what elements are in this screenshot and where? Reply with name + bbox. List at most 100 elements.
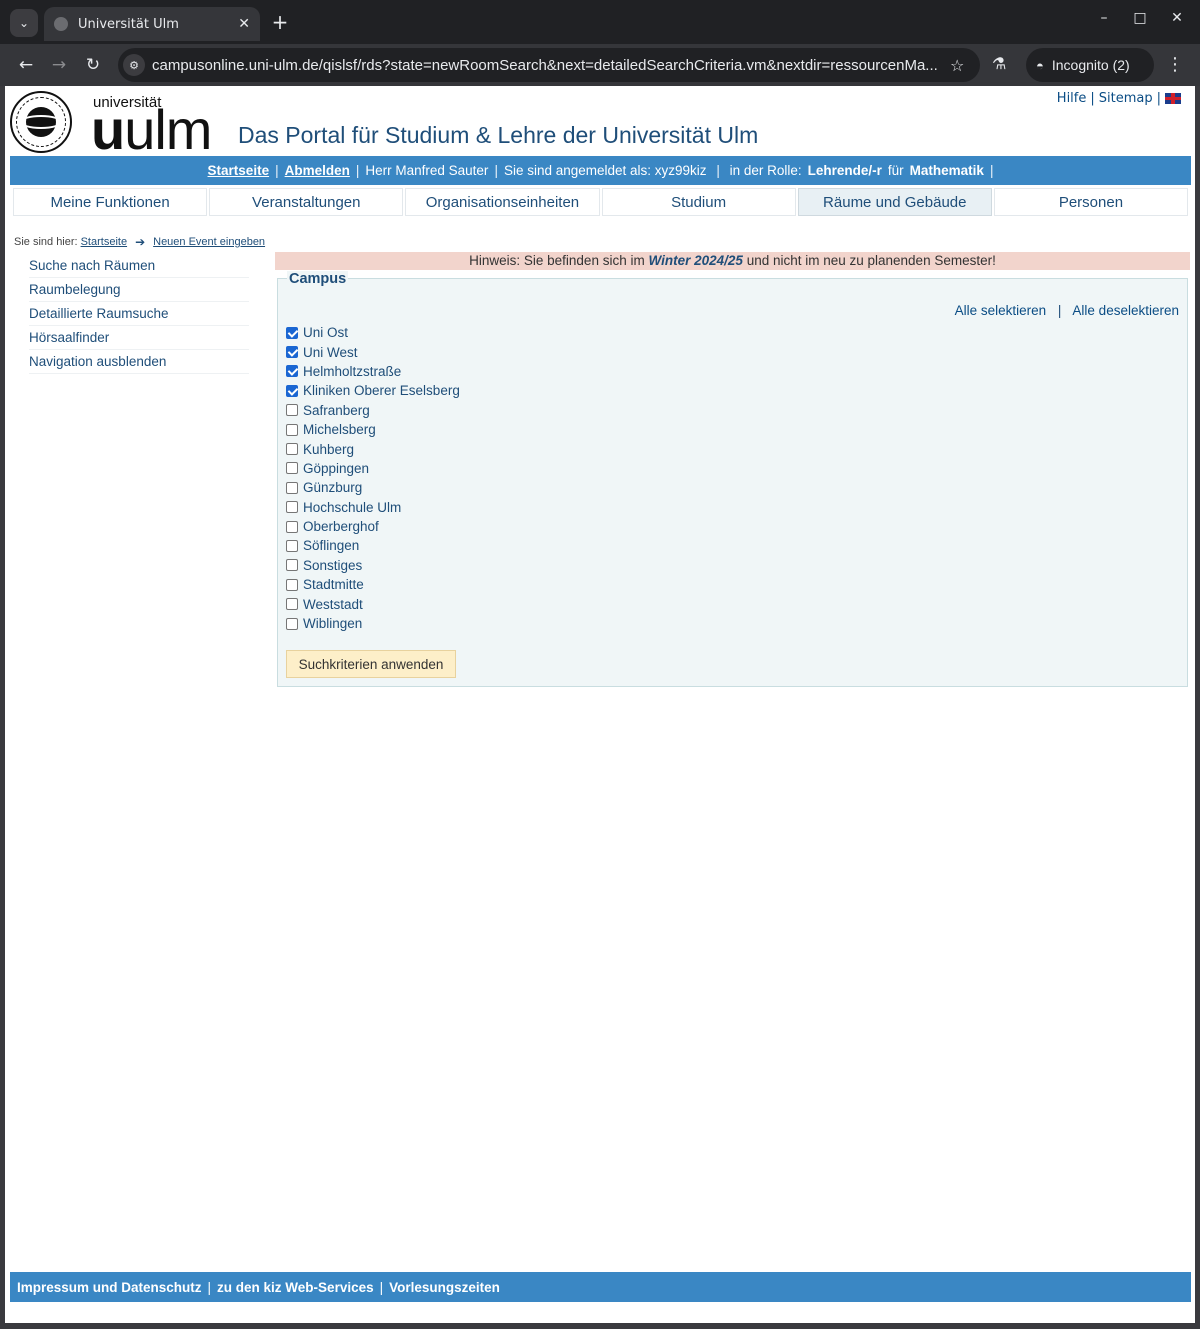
reload-icon[interactable]: ↻ (81, 53, 105, 77)
campus-label[interactable]: Safranberg (303, 403, 370, 418)
new-tab-button[interactable]: + (268, 10, 292, 34)
campus-checkbox[interactable] (286, 539, 298, 552)
breadcrumb-current-link[interactable]: Neuen Event eingeben (153, 236, 265, 248)
campus-label[interactable]: Uni West (303, 345, 358, 360)
campus-option[interactable]: Günzburg (286, 478, 460, 497)
campus-label[interactable]: Weststadt (303, 597, 363, 612)
campus-checkbox[interactable] (286, 501, 298, 514)
bookmark-star-icon[interactable]: ☆ (950, 56, 964, 75)
sidenav-navigation-ausblenden[interactable]: Navigation ausblenden (29, 350, 249, 374)
campus-option[interactable]: Kliniken Oberer Eselsberg (286, 381, 460, 400)
campus-option[interactable]: Helmholtzstraße (286, 362, 460, 381)
campus-label[interactable]: Wiblingen (303, 616, 362, 631)
campus-option[interactable]: Stadtmitte (286, 575, 460, 594)
breadcrumb: Sie sind hier: Startseite ➔ Neuen Event … (14, 235, 265, 249)
campus-label[interactable]: Kliniken Oberer Eselsberg (303, 383, 460, 398)
english-flag-icon[interactable] (1165, 93, 1181, 104)
address-bar[interactable]: ⚙ campusonline.uni-ulm.de/qislsf/rds?sta… (118, 48, 980, 82)
forward-icon[interactable]: → (47, 53, 71, 77)
campus-checkbox[interactable] (286, 481, 298, 494)
sidenav-raumbelegung[interactable]: Raumbelegung (29, 278, 249, 302)
nav-studium[interactable]: Studium (601, 188, 796, 216)
tab-search-button[interactable]: ⌄ (10, 9, 38, 37)
campus-checkbox[interactable] (286, 384, 298, 397)
campus-label[interactable]: Kuhberg (303, 442, 354, 457)
nav-veranstaltungen[interactable]: Veranstaltungen (209, 188, 404, 216)
campus-label[interactable]: Michelsberg (303, 422, 376, 437)
logout-link[interactable]: Abmelden (285, 163, 350, 178)
minimize-icon[interactable]: – (1092, 10, 1116, 26)
nav-meine-funktionen[interactable]: Meine Funktionen (13, 188, 208, 216)
campus-checkbox[interactable] (286, 578, 298, 591)
campus-checkbox[interactable] (286, 326, 298, 339)
select-all-link[interactable]: Alle selektieren (955, 303, 1047, 318)
browser-menu-icon[interactable]: ⋮ (1166, 54, 1184, 75)
campus-checkbox[interactable] (286, 598, 298, 611)
url-text: campusonline.uni-ulm.de/qislsf/rds?state… (152, 56, 938, 74)
campus-label[interactable]: Sonstiges (303, 558, 362, 573)
apply-search-criteria-button[interactable]: Suchkriterien anwenden (286, 650, 456, 678)
campus-label[interactable]: Göppingen (303, 461, 369, 476)
arrow-right-icon: ➔ (135, 235, 146, 249)
campus-option[interactable]: Göppingen (286, 459, 460, 478)
campus-option[interactable]: Hochschule Ulm (286, 498, 460, 517)
site-info-icon[interactable]: ⚙ (123, 54, 145, 76)
labs-flask-icon[interactable]: ⚗ (992, 54, 1006, 73)
campus-checkbox[interactable] (286, 365, 298, 378)
campus-option[interactable]: Söflingen (286, 536, 460, 555)
campus-checkbox[interactable] (286, 520, 298, 533)
campus-label[interactable]: Uni Ost (303, 325, 348, 340)
campus-checkbox[interactable] (286, 462, 298, 475)
close-tab-icon[interactable]: ✕ (238, 16, 250, 32)
deselect-all-link[interactable]: Alle deselektieren (1072, 303, 1179, 318)
role-prefix: in der Rolle: (729, 163, 802, 178)
tab-title: Universität Ulm (78, 16, 179, 32)
browser-tab[interactable]: Universität Ulm ✕ (44, 7, 260, 41)
campus-option[interactable]: Safranberg (286, 401, 460, 420)
back-icon[interactable]: ← (14, 53, 38, 77)
campus-checkbox[interactable] (286, 346, 298, 359)
campus-option[interactable]: Wiblingen (286, 614, 460, 633)
campus-label[interactable]: Hochschule Ulm (303, 500, 401, 515)
logo-uulm-wordmark[interactable]: uulm (91, 100, 212, 160)
campus-checkbox[interactable] (286, 404, 298, 417)
sitemap-link[interactable]: Sitemap (1099, 91, 1153, 106)
campus-option[interactable]: Uni Ost (286, 323, 460, 342)
home-link[interactable]: Startseite (208, 163, 270, 178)
campus-option[interactable]: Michelsberg (286, 420, 460, 439)
sidenav-hoersaalfinder[interactable]: Hörsaalfinder (29, 326, 249, 350)
campus-checkbox[interactable] (286, 559, 298, 572)
nav-raeume-und-gebaeude[interactable]: Räume und Gebäude (797, 188, 992, 216)
sidenav-suche-nach-raeumen[interactable]: Suche nach Räumen (29, 254, 249, 278)
help-link[interactable]: Hilfe (1057, 91, 1087, 106)
close-window-icon[interactable]: ✕ (1165, 10, 1189, 26)
campus-option[interactable]: Weststadt (286, 594, 460, 613)
campus-option[interactable]: Uni West (286, 342, 460, 361)
browser-chrome: ⌄ Universität Ulm ✕ + – □ ✕ ← → ↻ ⚙ camp… (0, 0, 1200, 86)
maximize-icon[interactable]: □ (1128, 10, 1152, 26)
campus-option[interactable]: Kuhberg (286, 439, 460, 458)
university-seal-logo[interactable] (10, 91, 72, 153)
sidenav-detaillierte-raumsuche[interactable]: Detaillierte Raumsuche (29, 302, 249, 326)
semester-value: Winter 2024/25 (648, 253, 743, 268)
campus-label[interactable]: Söflingen (303, 538, 359, 553)
breadcrumb-home-link[interactable]: Startseite (81, 236, 127, 248)
footer-lectures-link[interactable]: Vorlesungszeiten (389, 1280, 500, 1295)
footer-imprint-link[interactable]: Impressum und Datenschutz (17, 1280, 202, 1295)
department-value: Mathematik (909, 163, 984, 178)
campus-label[interactable]: Helmholtzstraße (303, 364, 401, 379)
incognito-button[interactable]: ◓ Incognito (2) (1026, 48, 1154, 82)
campus-label[interactable]: Stadtmitte (303, 577, 364, 592)
nav-organisationseinheiten[interactable]: Organisationseinheiten (405, 188, 600, 216)
campus-option[interactable]: Sonstiges (286, 556, 460, 575)
campus-checkbox[interactable] (286, 443, 298, 456)
campus-option[interactable]: Oberberghof (286, 517, 460, 536)
footer-kiz-link[interactable]: zu den kiz Web-Services (217, 1280, 374, 1295)
campus-label[interactable]: Günzburg (303, 480, 362, 495)
campus-checkbox[interactable] (286, 423, 298, 436)
campus-label[interactable]: Oberberghof (303, 519, 379, 534)
footer-bar: Impressum und Datenschutz | zu den kiz W… (10, 1272, 1191, 1302)
campus-checkbox[interactable] (286, 617, 298, 630)
campus-fieldset: Campus Alle selektieren | Alle deselekti… (277, 271, 1188, 687)
nav-personen[interactable]: Personen (993, 188, 1189, 216)
